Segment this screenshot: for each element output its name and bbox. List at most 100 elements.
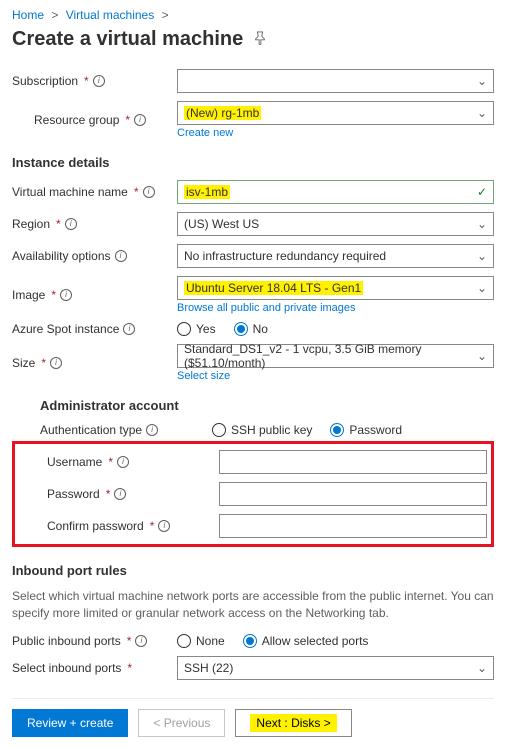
next-disks-button[interactable]: Next : Disks > xyxy=(235,709,351,737)
image-value: Ubuntu Server 18.04 LTS - Gen1 xyxy=(184,281,363,295)
size-value: Standard_DS1_v2 - 1 vcpu, 3.5 GiB memory… xyxy=(184,342,477,370)
vm-name-input[interactable]: isv-1mb ✓ xyxy=(177,180,494,204)
label-availability: Availability options i xyxy=(12,249,177,263)
previous-button[interactable]: < Previous xyxy=(138,709,225,737)
label-confirm-password: Confirm password* i xyxy=(19,519,219,533)
info-icon[interactable]: i xyxy=(50,357,62,369)
breadcrumb-home[interactable]: Home xyxy=(12,8,44,22)
section-admin-account: Administrator account xyxy=(12,398,494,413)
subscription-select[interactable]: ⌄ xyxy=(177,69,494,93)
region-select[interactable]: (US) West US ⌄ xyxy=(177,212,494,236)
breadcrumb-vms[interactable]: Virtual machines xyxy=(66,8,155,22)
availability-select[interactable]: No infrastructure redundancy required ⌄ xyxy=(177,244,494,268)
credentials-highlight-box: Username* i Password* i Confirm password… xyxy=(12,441,494,547)
select-inbound-ports[interactable]: SSH (22) ⌄ xyxy=(177,656,494,680)
label-select-inbound: Select inbound ports* xyxy=(12,661,177,675)
info-icon[interactable]: i xyxy=(123,323,135,335)
breadcrumb: Home > Virtual machines > xyxy=(12,8,494,22)
row-subscription: Subscription* i ⌄ xyxy=(12,69,494,93)
info-icon[interactable]: i xyxy=(117,456,129,468)
row-public-inbound: Public inbound ports* i None Allow selec… xyxy=(12,634,494,648)
info-icon[interactable]: i xyxy=(60,289,72,301)
auth-ssh-radio[interactable]: SSH public key xyxy=(212,423,312,437)
inbound-allow-radio[interactable]: Allow selected ports xyxy=(243,634,369,648)
row-availability: Availability options i No infrastructure… xyxy=(12,244,494,268)
auth-password-radio[interactable]: Password xyxy=(330,423,402,437)
chevron-down-icon: ⌄ xyxy=(477,661,487,675)
chevron-down-icon: ⌄ xyxy=(477,106,487,120)
pin-icon[interactable] xyxy=(253,28,267,51)
chevron-down-icon: ⌄ xyxy=(477,249,487,263)
username-input[interactable] xyxy=(219,450,487,474)
info-icon[interactable]: i xyxy=(65,218,77,230)
vm-name-value: isv-1mb xyxy=(184,185,230,199)
label-vm-name: Virtual machine name* i xyxy=(12,185,177,199)
row-resource-group: Resource group* i (New) rg-1mb ⌄ Create … xyxy=(12,101,494,139)
row-auth-type: Authentication type i SSH public key Pas… xyxy=(12,423,494,437)
chevron-right-icon: > xyxy=(51,8,58,22)
inbound-helper-text: Select which virtual machine network por… xyxy=(12,588,494,622)
label-public-inbound: Public inbound ports* i xyxy=(12,634,177,648)
row-select-inbound: Select inbound ports* SSH (22) ⌄ xyxy=(12,656,494,680)
row-image: Image* i Ubuntu Server 18.04 LTS - Gen1 … xyxy=(12,276,494,314)
label-auth-type: Authentication type i xyxy=(12,423,212,437)
row-spot: Azure Spot instance i Yes No xyxy=(12,322,494,336)
info-icon[interactable]: i xyxy=(114,488,126,500)
resource-group-value: (New) rg-1mb xyxy=(184,106,261,120)
chevron-down-icon: ⌄ xyxy=(477,74,487,88)
spot-no-radio[interactable]: No xyxy=(234,322,268,336)
select-inbound-value: SSH (22) xyxy=(184,661,233,675)
select-size-link[interactable]: Select size xyxy=(177,370,494,382)
label-region: Region* i xyxy=(12,217,177,231)
label-resource-group: Resource group* i xyxy=(12,113,177,127)
info-icon[interactable]: i xyxy=(158,520,170,532)
size-select[interactable]: Standard_DS1_v2 - 1 vcpu, 3.5 GiB memory… xyxy=(177,344,494,368)
section-instance-details: Instance details xyxy=(12,155,494,170)
page-title-text: Create a virtual machine xyxy=(12,28,243,51)
row-username: Username* i xyxy=(19,450,487,474)
checkmark-icon: ✓ xyxy=(477,185,487,199)
row-region: Region* i (US) West US ⌄ xyxy=(12,212,494,236)
label-image: Image* i xyxy=(12,288,177,302)
chevron-down-icon: ⌄ xyxy=(477,217,487,231)
availability-value: No infrastructure redundancy required xyxy=(184,249,386,263)
radio-label: No xyxy=(253,322,268,336)
label-size: Size* i xyxy=(12,356,177,370)
inbound-none-radio[interactable]: None xyxy=(177,634,225,648)
row-password: Password* i xyxy=(19,482,487,506)
resource-group-select[interactable]: (New) rg-1mb ⌄ xyxy=(177,101,494,125)
info-icon[interactable]: i xyxy=(146,424,158,436)
chevron-down-icon: ⌄ xyxy=(477,281,487,295)
chevron-right-icon: > xyxy=(162,8,169,22)
radio-label: SSH public key xyxy=(231,423,312,437)
radio-label: Password xyxy=(349,423,402,437)
browse-images-link[interactable]: Browse all public and private images xyxy=(177,302,494,314)
radio-label: None xyxy=(196,634,225,648)
create-new-link[interactable]: Create new xyxy=(177,127,494,139)
password-input[interactable] xyxy=(219,482,487,506)
label-spot: Azure Spot instance i xyxy=(12,322,177,336)
review-create-button[interactable]: Review + create xyxy=(12,709,128,737)
info-icon[interactable]: i xyxy=(135,635,147,647)
info-icon[interactable]: i xyxy=(115,250,127,262)
info-icon[interactable]: i xyxy=(93,75,105,87)
region-value: (US) West US xyxy=(184,217,259,231)
next-label: Next : Disks > xyxy=(250,714,336,732)
row-vm-name: Virtual machine name* i isv-1mb ✓ xyxy=(12,180,494,204)
spot-yes-radio[interactable]: Yes xyxy=(177,322,216,336)
label-subscription: Subscription* i xyxy=(12,74,177,88)
confirm-password-input[interactable] xyxy=(219,514,487,538)
chevron-down-icon: ⌄ xyxy=(477,349,487,363)
footer-bar: Review + create < Previous Next : Disks … xyxy=(12,698,494,737)
row-size: Size* i Standard_DS1_v2 - 1 vcpu, 3.5 Gi… xyxy=(12,344,494,382)
info-icon[interactable]: i xyxy=(134,114,146,126)
radio-label: Yes xyxy=(196,322,216,336)
label-password: Password* i xyxy=(19,487,219,501)
page-title: Create a virtual machine xyxy=(12,28,494,51)
row-confirm-password: Confirm password* i xyxy=(19,514,487,538)
image-select[interactable]: Ubuntu Server 18.04 LTS - Gen1 ⌄ xyxy=(177,276,494,300)
info-icon[interactable]: i xyxy=(143,186,155,198)
radio-label: Allow selected ports xyxy=(262,634,369,648)
label-username: Username* i xyxy=(19,455,219,469)
section-inbound-rules: Inbound port rules xyxy=(12,563,494,578)
